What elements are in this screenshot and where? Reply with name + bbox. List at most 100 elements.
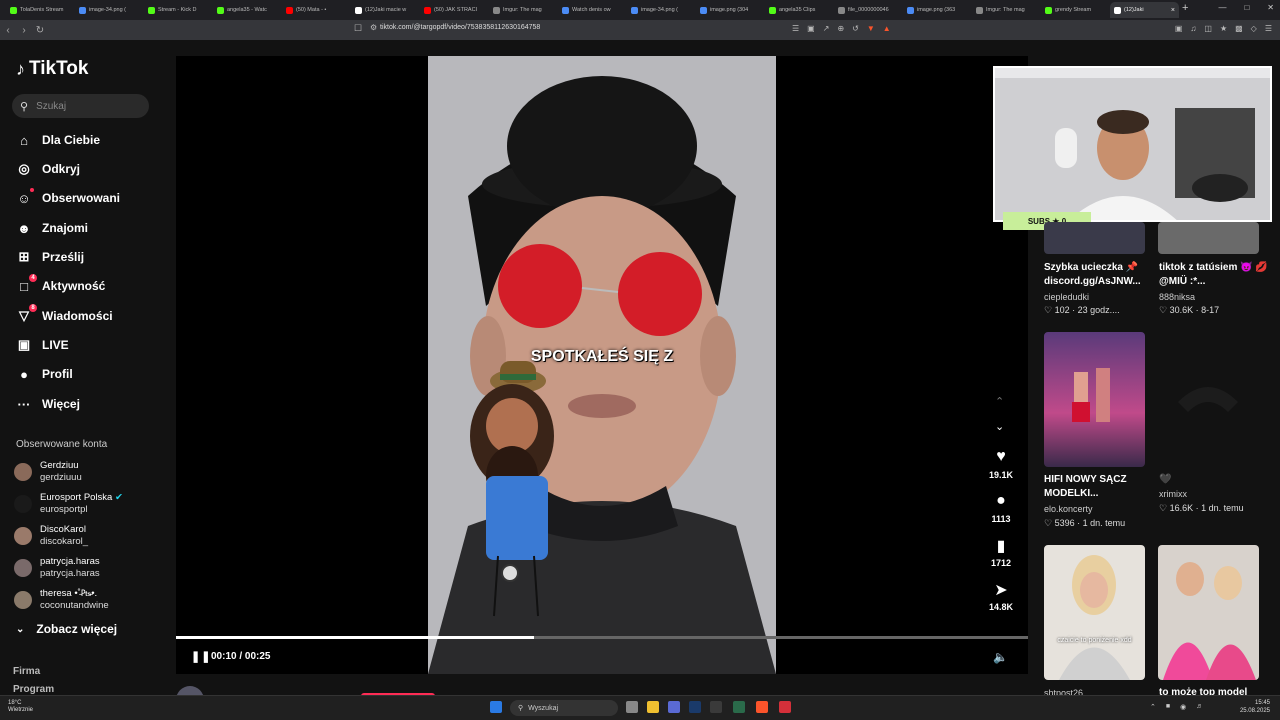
recommended-thumb[interactable] bbox=[1158, 222, 1259, 254]
browser-tab[interactable]: Stream - Kick D bbox=[144, 2, 213, 18]
link-icon[interactable]: ↺ bbox=[852, 24, 859, 33]
recommended-thumb[interactable] bbox=[1158, 545, 1259, 680]
sidebar-item-profile[interactable]: ● Profil bbox=[16, 364, 73, 384]
bookmark-icon[interactable]: ☐ bbox=[354, 23, 362, 34]
followed-account[interactable]: Gerdziuu gerdziuuu bbox=[14, 460, 82, 484]
back-icon[interactable]: ‹ bbox=[0, 25, 16, 36]
new-tab-button[interactable]: + bbox=[1182, 2, 1188, 14]
followed-account[interactable]: Eurosport Polska ✔ eurosportpl bbox=[14, 492, 123, 516]
zoom-icon[interactable]: ⊕ bbox=[837, 24, 844, 33]
browser-tab[interactable]: grendy Stream bbox=[1041, 2, 1110, 18]
app-icon[interactable] bbox=[779, 701, 791, 713]
recommended-user[interactable]: xrimixx bbox=[1159, 488, 1187, 501]
app-icon[interactable] bbox=[668, 701, 680, 713]
translate-icon[interactable]: ☰ bbox=[792, 24, 799, 33]
wallet-icon[interactable]: ◇ bbox=[1251, 24, 1257, 33]
taskbar-search[interactable]: ⚲ Wyszukaj bbox=[510, 700, 618, 716]
comment-action[interactable]: ● 1113 bbox=[983, 492, 1019, 524]
brave-shield-icon[interactable]: ▼ bbox=[867, 24, 875, 33]
steam-icon[interactable] bbox=[689, 701, 701, 713]
sidebar-item-messages[interactable]: ▽ 8 Wiadomości bbox=[16, 304, 113, 326]
search-input[interactable]: ⚲ Szukaj bbox=[12, 94, 149, 118]
menu-icon[interactable]: ☰ bbox=[1265, 24, 1272, 33]
recommended-user[interactable]: 888niksa bbox=[1159, 291, 1195, 304]
tiktok-logo[interactable]: ♪ TikTok bbox=[16, 58, 88, 80]
browser-tab[interactable]: image-34.png ( bbox=[75, 2, 144, 18]
recommended-thumb[interactable]: czaicie to poniżenie xdd bbox=[1044, 545, 1145, 680]
forward-icon[interactable]: › bbox=[16, 25, 32, 36]
task-view-icon[interactable] bbox=[626, 701, 638, 713]
site-info-icon[interactable]: ⚙ bbox=[370, 23, 377, 32]
file-explorer-icon[interactable] bbox=[647, 701, 659, 713]
system-clock[interactable]: 15:45 25.08.2025 bbox=[1240, 699, 1270, 715]
video-frame[interactable]: SPOTKAŁEŚ SIĘ Z bbox=[428, 56, 776, 674]
footer-program-link[interactable]: Program bbox=[13, 684, 54, 695]
footer-company-link[interactable]: Firma bbox=[13, 666, 40, 677]
music-icon[interactable]: ♫ bbox=[1190, 24, 1196, 33]
browser-tab[interactable]: (50) Mata - • bbox=[282, 2, 351, 18]
recommended-user[interactable]: ciepledudki bbox=[1044, 291, 1089, 304]
see-more-button[interactable]: ⌄ Zobacz więcej bbox=[16, 622, 117, 636]
url-field[interactable]: tiktok.com/@targopdf/video/7538358112630… bbox=[380, 24, 540, 31]
panel-icon[interactable]: ◫ bbox=[1204, 24, 1212, 33]
browser-tab[interactable]: image.png (304 bbox=[696, 2, 765, 18]
browser-tab[interactable]: Imgur: The mag bbox=[972, 2, 1041, 18]
sidebar-item-activity[interactable]: □ 4 Aktywność bbox=[16, 274, 105, 296]
sidebar-item-home[interactable]: ⌂ Dla Ciebie bbox=[16, 130, 100, 150]
tray-app-icon[interactable]: ■ bbox=[1166, 703, 1170, 711]
brave-icon[interactable] bbox=[756, 701, 768, 713]
recommended-title[interactable]: HIFI NOWY SĄCZ MODELKI... bbox=[1044, 473, 1156, 501]
browser-tab[interactable]: angela35 - Watc bbox=[213, 2, 282, 18]
sidebar-item-more[interactable]: ··· Więcej bbox=[16, 394, 80, 414]
followed-account[interactable]: patrycja.haras patrycja.haras bbox=[14, 556, 100, 580]
speaker-icon[interactable]: ♬ bbox=[1196, 703, 1203, 711]
recommended-title[interactable]: Szybka ucieczka 📌 discord.gg/AsJNW... bbox=[1044, 261, 1156, 289]
sidebar-item-compass[interactable]: ◎ Odkryj bbox=[16, 159, 80, 179]
save-action[interactable]: ▮ 1712 bbox=[983, 536, 1019, 568]
browser-tab[interactable]: file_0000000046 bbox=[834, 2, 903, 18]
app-icon[interactable] bbox=[733, 701, 745, 713]
share-action[interactable]: ➤ 14.8K bbox=[983, 580, 1019, 612]
app-icon[interactable] bbox=[710, 701, 722, 713]
screen-icon[interactable]: ▣ bbox=[807, 24, 815, 33]
browser-tab[interactable]: image-34.png ( bbox=[627, 2, 696, 18]
sidebar-item-upload[interactable]: ⊞ Prześlij bbox=[16, 247, 84, 267]
browser-tab[interactable]: image.png (363 bbox=[903, 2, 972, 18]
sidebar-item-live[interactable]: ▣ LIVE bbox=[16, 335, 69, 355]
followed-account[interactable]: DiscoKarol discokarol_ bbox=[14, 524, 88, 548]
extensions-icon[interactable]: ★ bbox=[1220, 24, 1227, 33]
recommended-thumb[interactable] bbox=[1158, 332, 1259, 467]
sidebar-item-following[interactable]: ☺ Obserwowani bbox=[16, 188, 120, 208]
recommended-title[interactable]: tiktok z tatúsiem 😈 💋@MIÜ :*... bbox=[1159, 261, 1271, 289]
start-icon[interactable] bbox=[490, 701, 502, 713]
recommended-thumb[interactable] bbox=[1044, 222, 1145, 254]
sidebar-toggle-icon[interactable]: ▣ bbox=[1175, 24, 1183, 33]
browser-tab[interactable]: TolaDenis Stream bbox=[6, 2, 75, 18]
browser-tab[interactable]: (50) JAK STRACI bbox=[420, 2, 489, 18]
rewards-icon[interactable]: ▲ bbox=[883, 24, 891, 33]
pause-button[interactable]: ❚❚ bbox=[191, 650, 211, 663]
weather-widget[interactable]: 18°C Wietrznie bbox=[8, 700, 33, 714]
sidebar-item-friends[interactable]: ☻ Znajomi bbox=[16, 218, 88, 238]
browser-tab[interactable]: angela35 Clips bbox=[765, 2, 834, 18]
previous-video-icon[interactable]: ⌃ bbox=[995, 395, 1004, 408]
recommended-title[interactable]: 🖤 bbox=[1159, 473, 1271, 487]
recommended-user[interactable]: elo.koncerty bbox=[1044, 503, 1093, 516]
minimize-button[interactable]: — bbox=[1218, 3, 1226, 12]
share-icon[interactable]: ↗ bbox=[823, 24, 830, 33]
browser-tab[interactable]: (12)Jaki × bbox=[1110, 2, 1179, 18]
tray-chevron-icon[interactable]: ⌃ bbox=[1150, 703, 1156, 711]
next-video-icon[interactable]: ⌄ bbox=[995, 420, 1004, 433]
maximize-button[interactable]: □ bbox=[1244, 3, 1249, 12]
browser-tab[interactable]: Imgur: The mag bbox=[489, 2, 558, 18]
volume-icon[interactable]: 🔈 bbox=[993, 650, 1008, 664]
network-icon[interactable]: ◉ bbox=[1180, 703, 1186, 711]
close-window-button[interactable]: ✕ bbox=[1267, 3, 1274, 12]
browser-tab[interactable]: Watch denis ow bbox=[558, 2, 627, 18]
reload-icon[interactable]: ↻ bbox=[32, 25, 48, 36]
recommended-thumb[interactable] bbox=[1044, 332, 1145, 467]
followed-account[interactable]: theresa •˚̵₧̵•. coconutandwine bbox=[14, 588, 109, 612]
like-action[interactable]: ♥ 19.1K bbox=[983, 448, 1019, 480]
close-tab-icon[interactable]: × bbox=[1171, 7, 1175, 14]
browser-tab[interactable]: (12)Jaki macie w bbox=[351, 2, 420, 18]
